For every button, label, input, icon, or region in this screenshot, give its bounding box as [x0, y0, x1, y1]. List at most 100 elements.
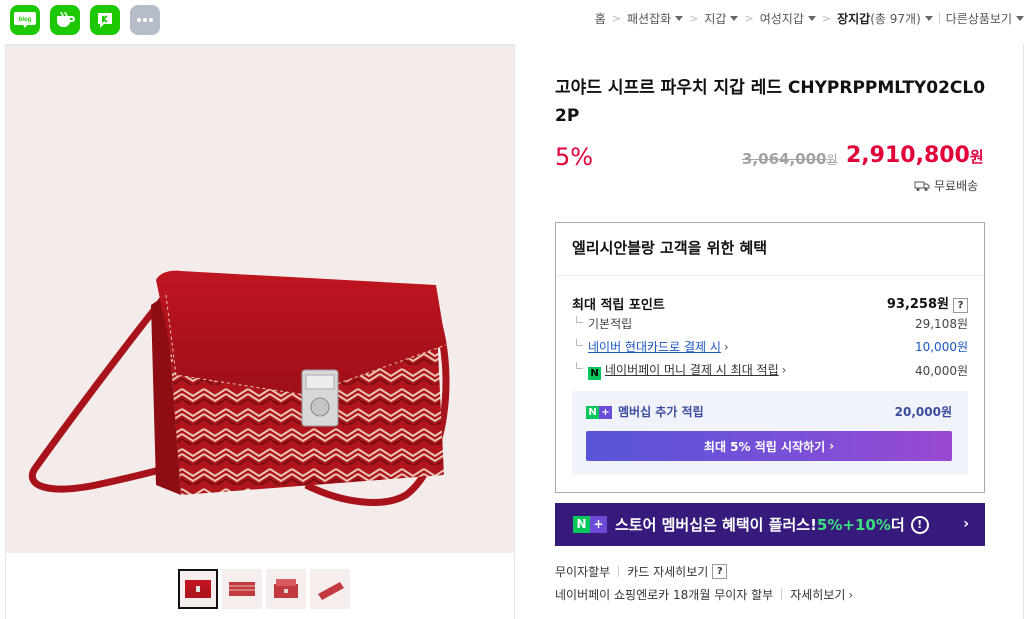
- more-share-button[interactable]: [130, 5, 160, 35]
- breadcrumb: 홈 > 패션잡화 > 지갑 > 여성지갑 > 장지갑 (총 97개) 다른상품보기: [595, 10, 1024, 27]
- plus-icon: +: [599, 406, 612, 419]
- original-price: 3,064,000원: [742, 150, 838, 168]
- breadcrumb-wallet[interactable]: 지갑: [704, 10, 739, 27]
- blog-icon: blog: [14, 12, 36, 28]
- thumbnail-3[interactable]: [266, 569, 306, 609]
- npay-points-value: 40,000원: [914, 364, 968, 378]
- naverpay-installment-label: 네이버페이 쇼핑엔로카 18개월 무이자 할부: [555, 588, 774, 602]
- breadcrumb-home[interactable]: 홈: [595, 10, 606, 27]
- card-detail-link[interactable]: 카드 자세히보기: [627, 563, 708, 580]
- max-points-value-wrap: 93,258원?: [887, 293, 968, 313]
- installment-label: 무이자할부: [555, 565, 611, 579]
- sale-price-unit: 원: [969, 148, 984, 166]
- npay-points-label: 네이버페이 머니 결제 시 최대 적립: [605, 363, 779, 377]
- thumbnail-2[interactable]: [222, 569, 262, 609]
- chevron-down-icon: [730, 16, 739, 21]
- product-image-pane: [5, 44, 515, 619]
- breadcrumb-womens-wallet-label: 여성지갑: [759, 12, 804, 26]
- max-points-row: 최대 적립 포인트 93,258원?: [572, 293, 968, 313]
- sale-price: 2,910,800원: [846, 143, 984, 168]
- truck-icon: [914, 181, 930, 191]
- breadcrumb-fashion[interactable]: 패션잡화: [627, 10, 684, 27]
- installment-line: 무이자할부 카드 자세히보기 ?: [555, 563, 728, 580]
- max-points-label: 최대 적립 포인트: [572, 297, 665, 313]
- card-points-label: 네이버 현대카드로 결제 시: [588, 340, 721, 354]
- banner-suffix: 더: [890, 516, 905, 534]
- original-price-unit: 원: [826, 153, 838, 167]
- naver-n-icon: N: [573, 516, 590, 533]
- npay-points-link[interactable]: N 네이버페이 머니 결제 시 최대 적립 ›: [572, 361, 786, 380]
- membership-banner[interactable]: N + 스토어 멤버십은 혜택이 플러스! 5%+10% 더 ! ›: [555, 503, 985, 546]
- naver-plus-icon: N +: [586, 406, 612, 419]
- talk-icon: [98, 13, 112, 28]
- benefit-heading: 엘리시안블랑 고객을 위한 혜택: [556, 223, 984, 276]
- chevron-down-icon: [807, 16, 816, 21]
- thumbnail-pattern-image: [229, 582, 255, 596]
- thumbnail-1[interactable]: [178, 569, 218, 609]
- chevron-right-icon: ›: [723, 340, 729, 354]
- card-points-value: 10,000원: [914, 340, 968, 354]
- breadcrumb-fashion-label: 패션잡화: [627, 12, 672, 26]
- membership-label-wrap: N + 멤버십 추가 적립: [586, 403, 704, 420]
- plus-icon: +: [590, 516, 607, 533]
- shipping-info: 무료배송: [914, 177, 978, 194]
- breadcrumb-long-wallet[interactable]: 장지갑 (총 97개): [837, 10, 933, 27]
- chevron-right-icon: ›: [781, 363, 787, 377]
- help-icon[interactable]: ?: [953, 298, 968, 313]
- breadcrumb-current: 장지갑: [837, 12, 871, 26]
- breadcrumb-divider: [938, 13, 940, 24]
- breadcrumb-wallet-label: 지갑: [704, 12, 727, 26]
- card-points-link[interactable]: 네이버 현대카드로 결제 시 ›: [572, 338, 729, 355]
- thumbnail-wallet-image: [185, 580, 211, 598]
- wallet-illustration: [28, 270, 450, 506]
- right-divider: [1023, 44, 1024, 619]
- npay-icon: N: [588, 367, 601, 380]
- main-product-photo[interactable]: [6, 45, 514, 553]
- chevron-down-icon: [924, 16, 933, 21]
- membership-row: N + 멤버십 추가 적립 20,000원: [586, 403, 952, 420]
- membership-start-button[interactable]: 최대 5% 적립 시작하기 ›: [586, 431, 952, 461]
- membership-box: N + 멤버십 추가 적립 20,000원 최대 5% 적립 시작하기 ›: [572, 391, 968, 475]
- chevron-right-icon: ›: [963, 516, 969, 532]
- installment-detail-link[interactable]: 자세히보기 ›: [790, 586, 853, 603]
- membership-label: 멤버십 추가 적립: [618, 405, 704, 419]
- breadcrumb-separator: >: [744, 12, 754, 25]
- divider: [618, 566, 620, 577]
- npay-points-row: N 네이버페이 머니 결제 시 최대 적립 › 40,000원: [572, 361, 968, 380]
- naverpay-installment-line: 네이버페이 쇼핑엔로카 18개월 무이자 할부 자세히보기 ›: [555, 586, 853, 603]
- discount-rate: 5%: [555, 143, 594, 171]
- card-points-row: 네이버 현대카드로 결제 시 › 10,000원: [572, 338, 968, 355]
- banner-text: 스토어 멤버십은 혜택이 플러스!: [615, 516, 817, 534]
- help-icon[interactable]: ?: [712, 564, 728, 579]
- basic-points-value: 29,108원: [914, 317, 968, 331]
- membership-start-label: 최대 5% 적립 시작하기: [703, 439, 826, 454]
- breadcrumb-count: (총 97개): [870, 12, 921, 26]
- thumbnail-side-image: [318, 582, 344, 600]
- thumbnail-4[interactable]: [310, 569, 350, 609]
- breadcrumb-separator: >: [689, 12, 699, 25]
- breadcrumb-separator: >: [821, 12, 832, 25]
- other-products-link[interactable]: 다른상품보기: [946, 10, 1024, 27]
- chevron-down-icon: [1016, 16, 1024, 21]
- more-dots-icon: [137, 18, 153, 22]
- other-products-label: 다른상품보기: [945, 12, 1012, 26]
- max-points-value: 93,258원: [886, 297, 949, 312]
- thumbnail-open-image: [274, 579, 298, 598]
- cafe-cup-icon: [57, 11, 75, 27]
- product-title: 고야드 시프르 파우치 지갑 레드 CHYPRPPMLTY02CL02P: [555, 78, 986, 126]
- divider: [781, 589, 783, 600]
- blog-share-button[interactable]: blog: [10, 5, 40, 35]
- basic-points-row: 기본적립 29,108원: [572, 315, 968, 332]
- share-bar: blog: [10, 5, 160, 35]
- chevron-right-icon: ›: [848, 588, 854, 602]
- svg-text:blog: blog: [19, 17, 32, 23]
- membership-value: 20,000원: [894, 405, 952, 419]
- banner-highlight: 5%+10%: [816, 515, 891, 534]
- info-icon: !: [910, 515, 929, 534]
- chevron-down-icon: [675, 16, 684, 21]
- talk-share-button[interactable]: [90, 5, 120, 35]
- benefit-box: 엘리시안블랑 고객을 위한 혜택 최대 적립 포인트 93,258원? 기본적립…: [555, 222, 985, 493]
- thumbnail-list: [178, 569, 350, 609]
- cafe-share-button[interactable]: [50, 5, 80, 35]
- breadcrumb-womens-wallet[interactable]: 여성지갑: [760, 10, 816, 27]
